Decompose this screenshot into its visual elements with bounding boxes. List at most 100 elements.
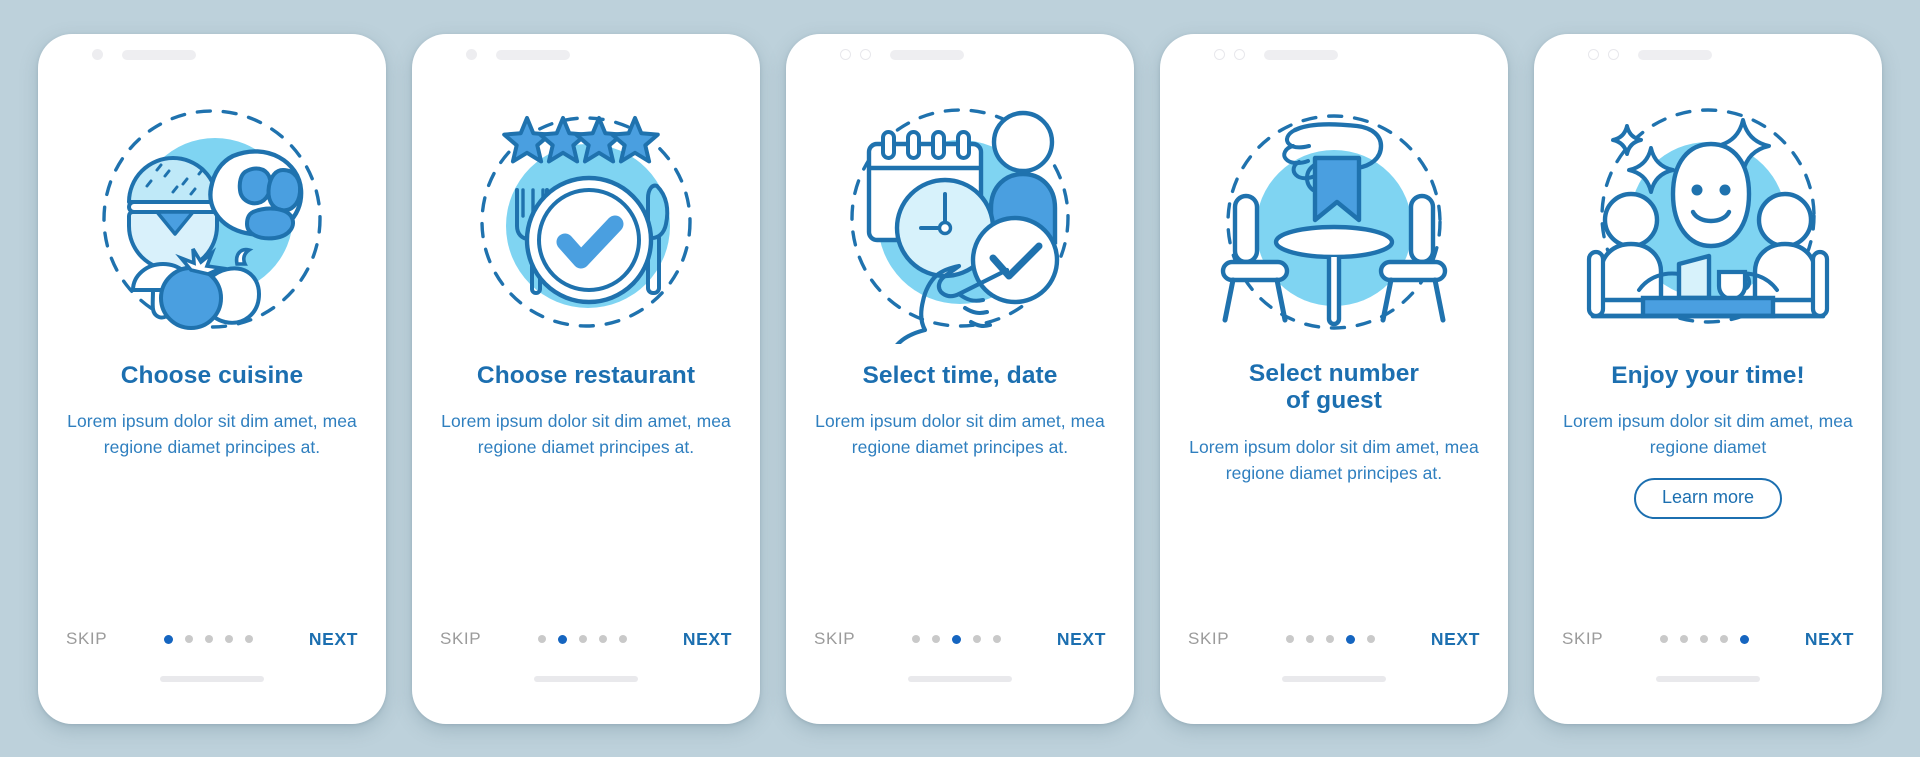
- camera-ring-icon: [840, 49, 851, 60]
- pagination-dots: [911, 634, 1001, 644]
- pagination-dot[interactable]: [1366, 635, 1375, 643]
- pagination-dot[interactable]: [244, 635, 253, 643]
- earpiece-speaker: [890, 49, 964, 60]
- phone-status-bar: [412, 34, 760, 76]
- table-reserved-icon-svg: [1220, 113, 1448, 330]
- phone-screen-choose-cuisine: Choose cuisine Lorem ipsum dolor sit dim …: [38, 33, 386, 724]
- pagination-dot-active[interactable]: [951, 634, 961, 644]
- onboarding-nav-row: SKIP NEXT: [1562, 629, 1854, 654]
- pagination-dot[interactable]: [224, 635, 233, 643]
- skip-button[interactable]: SKIP: [814, 629, 855, 649]
- pagination-dot[interactable]: [931, 635, 940, 643]
- screen-description: Lorem ipsum dolor sit dim amet, mea regi…: [1563, 411, 1853, 457]
- pagination-dot[interactable]: [618, 635, 627, 643]
- camera-ring-icon: [1588, 49, 1599, 60]
- pagination-dot[interactable]: [1679, 635, 1688, 643]
- next-button[interactable]: NEXT: [309, 629, 358, 650]
- screen-content: Enjoy your time! Lorem ipsum dolor sit di…: [1534, 76, 1882, 654]
- earpiece-speaker: [496, 49, 570, 60]
- next-button[interactable]: NEXT: [683, 629, 732, 650]
- pagination-dot-active[interactable]: [163, 634, 173, 644]
- home-indicator-area: [1534, 654, 1882, 724]
- pagination-dot[interactable]: [184, 635, 193, 643]
- onboarding-nav-row: SKIP NEXT: [440, 629, 732, 654]
- pagination-dots: [1659, 634, 1749, 644]
- home-indicator-bar[interactable]: [908, 675, 1012, 682]
- pagination-dots: [163, 634, 253, 644]
- skip-button[interactable]: SKIP: [440, 629, 481, 649]
- pagination-dot[interactable]: [537, 635, 546, 643]
- screen-title: Choose restaurant: [476, 361, 696, 389]
- earpiece-speaker: [1264, 49, 1338, 60]
- cuisine-icon: [66, 76, 358, 362]
- pagination-dot[interactable]: [992, 635, 1001, 643]
- table-reserved-icon: [1188, 76, 1480, 362]
- screen-content: Choose restaurant Lorem ipsum dolor sit d…: [412, 76, 760, 654]
- pagination-dot-active[interactable]: [557, 634, 567, 644]
- phone-screen-select-time-date: Select time, date Lorem ipsum dolor sit d…: [786, 33, 1134, 724]
- home-indicator-bar[interactable]: [160, 675, 264, 682]
- screen-title: Enjoy your time!: [1611, 361, 1805, 389]
- restaurant-rating-icon: [440, 76, 732, 362]
- phone-status-bar: [786, 34, 1134, 76]
- phone-screen-choose-restaurant: Choose restaurant Lorem ipsum dolor sit d…: [412, 33, 760, 724]
- screen-description: Lorem ipsum dolor sit dim amet, mea regi…: [441, 411, 731, 457]
- next-button[interactable]: NEXT: [1431, 629, 1480, 650]
- pagination-dot[interactable]: [1325, 635, 1334, 643]
- cuisine-icon-svg: [102, 108, 322, 330]
- pagination-dot[interactable]: [1719, 635, 1728, 643]
- onboarding-nav-row: SKIP NEXT: [1188, 629, 1480, 654]
- pagination-dot[interactable]: [972, 635, 981, 643]
- skip-button[interactable]: SKIP: [66, 629, 107, 649]
- screen-title: Select number of guest: [1248, 359, 1420, 415]
- camera-dot-icon: [466, 49, 477, 60]
- happy-diners-icon: [1562, 76, 1854, 362]
- pagination-dot[interactable]: [1305, 635, 1314, 643]
- camera-ring-icon: [1214, 49, 1225, 60]
- pagination-dot[interactable]: [204, 635, 213, 643]
- skip-button[interactable]: SKIP: [1188, 629, 1229, 649]
- screen-content: Select time, date Lorem ipsum dolor sit d…: [786, 76, 1134, 654]
- pagination-dot[interactable]: [1659, 635, 1668, 643]
- pagination-dots: [1285, 634, 1375, 644]
- phone-status-bar: [1534, 34, 1882, 76]
- onboarding-nav-row: SKIP NEXT: [66, 629, 358, 654]
- phone-status-bar: [1160, 34, 1508, 76]
- phone-status-bar: [38, 34, 386, 76]
- learn-more-button[interactable]: Learn more: [1633, 478, 1783, 519]
- home-indicator-bar[interactable]: [1656, 675, 1760, 682]
- onboarding-nav-row: SKIP NEXT: [814, 629, 1106, 654]
- sensor-ring-icon: [1234, 49, 1245, 60]
- home-indicator-area: [412, 654, 760, 724]
- pagination-dot[interactable]: [1285, 635, 1294, 643]
- calendar-clock-icon-svg: [850, 107, 1070, 344]
- onboarding-screens-stage: Choose cuisine Lorem ipsum dolor sit dim …: [0, 0, 1920, 757]
- camera-dot-icon: [92, 49, 103, 60]
- earpiece-speaker: [1638, 49, 1712, 60]
- skip-button[interactable]: SKIP: [1562, 629, 1603, 649]
- next-button[interactable]: NEXT: [1805, 629, 1854, 650]
- happy-diners-icon-svg: [1586, 107, 1830, 324]
- sensor-ring-icon: [1608, 49, 1619, 60]
- pagination-dot[interactable]: [578, 635, 587, 643]
- screen-title: Choose cuisine: [120, 361, 304, 389]
- pagination-dot[interactable]: [911, 635, 920, 643]
- screen-description: Lorem ipsum dolor sit dim amet, mea regi…: [67, 411, 357, 457]
- screen-content: Choose cuisine Lorem ipsum dolor sit dim …: [38, 76, 386, 654]
- pagination-dot[interactable]: [598, 635, 607, 643]
- home-indicator-bar[interactable]: [1282, 675, 1386, 682]
- calendar-clock-icon: [814, 76, 1106, 362]
- phone-screen-select-number-of-guest: Select number of guest Lorem ipsum dolor s…: [1160, 33, 1508, 724]
- sensor-ring-icon: [860, 49, 871, 60]
- home-indicator-area: [1160, 654, 1508, 724]
- restaurant-rating-icon-svg: [480, 115, 692, 328]
- next-button[interactable]: NEXT: [1057, 629, 1106, 650]
- pagination-dot-active[interactable]: [1739, 634, 1749, 644]
- phone-screen-enjoy-your-time: Enjoy your time! Lorem ipsum dolor sit di…: [1534, 33, 1882, 724]
- pagination-dot[interactable]: [1699, 635, 1708, 643]
- pagination-dots: [537, 634, 627, 644]
- home-indicator-area: [38, 654, 386, 724]
- screen-description: Lorem ipsum dolor sit dim amet, mea regi…: [1189, 437, 1479, 483]
- home-indicator-bar[interactable]: [534, 675, 638, 682]
- pagination-dot-active[interactable]: [1345, 634, 1355, 644]
